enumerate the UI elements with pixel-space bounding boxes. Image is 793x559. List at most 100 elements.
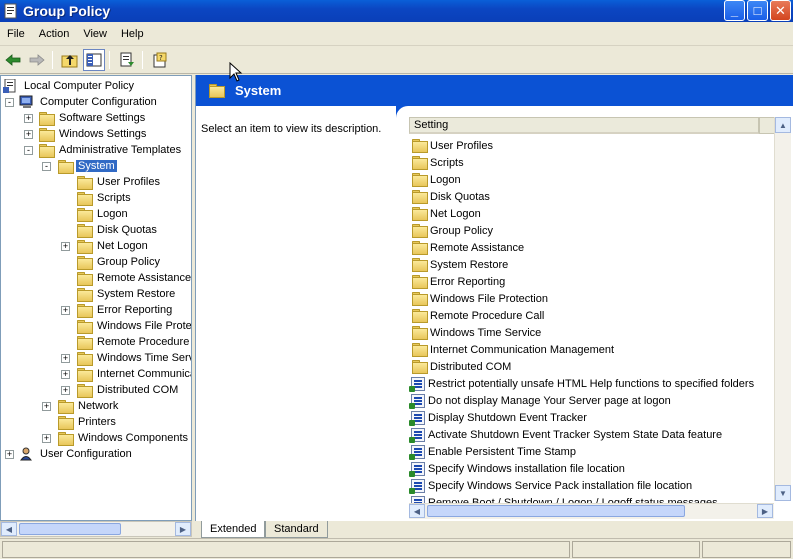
tree-item[interactable]: Distributed COM <box>76 382 180 398</box>
list-item-folder[interactable]: Internet Communication Management <box>411 341 614 358</box>
scroll-right-arrow-icon[interactable]: ▶ <box>175 522 191 536</box>
tree-item[interactable]: Logon <box>76 206 130 222</box>
column-header-setting[interactable]: Setting <box>409 117 759 134</box>
tree-item[interactable]: Group Policy <box>76 254 162 270</box>
list-item-setting[interactable]: Display Shutdown Event Tracker <box>409 409 587 426</box>
list-item-folder[interactable]: Net Logon <box>411 205 481 222</box>
tree-horizontal-scrollbar[interactable]: ◀ ▶ <box>0 521 192 537</box>
tree-item[interactable]: Computer Configuration <box>19 94 159 110</box>
up-one-level-button[interactable] <box>59 49 81 71</box>
scroll-left-arrow-icon[interactable]: ◀ <box>409 504 425 518</box>
minimize-button[interactable]: _ <box>724 0 745 21</box>
view-tabs: Extended Standard <box>195 521 793 538</box>
tree-item[interactable]: System Restore <box>76 286 177 302</box>
console-tree[interactable]: Local Computer Policy - Computer Configura… <box>0 75 192 521</box>
tree-item[interactable]: Network <box>57 398 120 414</box>
policy-setting-icon <box>409 393 425 409</box>
tree-item-label: Network <box>78 400 119 412</box>
close-button[interactable]: ✕ <box>770 0 791 21</box>
tree-item-label: Windows File Protec <box>97 320 192 332</box>
expand-icon[interactable]: + <box>61 354 70 363</box>
collapse-icon[interactable]: - <box>5 98 14 107</box>
menu-view[interactable]: View <box>76 28 114 40</box>
forward-button[interactable] <box>26 49 48 71</box>
list-item-setting[interactable]: Restrict potentially unsafe HTML Help fu… <box>409 375 754 392</box>
expand-icon[interactable]: + <box>42 402 51 411</box>
list-item-folder[interactable]: System Restore <box>411 256 508 273</box>
tree-item[interactable]: Administrative Templates <box>38 142 183 158</box>
tree-item-label: Windows Time Serv <box>97 352 192 364</box>
list-item-folder[interactable]: Distributed COM <box>411 358 511 375</box>
list-horizontal-scrollbar[interactable]: ◀ ▶ <box>409 503 774 519</box>
list-scroll-thumb[interactable] <box>427 505 685 517</box>
tree-item[interactable]: Remote Procedure C <box>76 334 191 350</box>
tree-item[interactable]: User Profiles <box>76 174 162 190</box>
title-bar[interactable]: Group Policy _ □ ✕ <box>0 0 793 22</box>
help-icon: ? <box>153 52 167 67</box>
list-vertical-scrollbar[interactable]: ▲ ▼ <box>774 117 791 501</box>
help-button[interactable]: ? <box>149 49 171 71</box>
tree-item[interactable]: Local Computer Policy <box>3 78 136 94</box>
list-item-setting[interactable]: Activate Shutdown Event Tracker System S… <box>409 426 722 443</box>
list-item-folder[interactable]: Windows Time Service <box>411 324 541 341</box>
list-item-folder[interactable]: Logon <box>411 171 461 188</box>
list-item-label: Remote Procedure Call <box>430 309 545 322</box>
menu-help[interactable]: Help <box>114 28 151 40</box>
menu-file[interactable]: File <box>0 28 32 40</box>
tree-item[interactable]: Windows Settings <box>38 126 148 142</box>
tree-item[interactable]: Internet Communica <box>76 366 191 382</box>
tree-item[interactable]: Disk Quotas <box>76 222 159 238</box>
tab-standard[interactable]: Standard <box>265 521 328 538</box>
collapse-icon[interactable]: - <box>24 146 33 155</box>
menu-action[interactable]: Action <box>32 28 77 40</box>
details-title: System <box>235 83 282 98</box>
tree-item[interactable]: Software Settings <box>38 110 147 126</box>
expand-icon[interactable]: + <box>24 114 33 123</box>
tree-item[interactable]: Printers <box>57 414 118 430</box>
expand-icon[interactable]: + <box>5 450 14 459</box>
folder-icon <box>76 287 93 302</box>
tree-item[interactable]: Windows Time Serv <box>76 350 192 366</box>
tree-item[interactable]: Scripts <box>76 190 133 206</box>
list-item-folder[interactable]: Scripts <box>411 154 464 171</box>
list-item-folder[interactable]: Disk Quotas <box>411 188 490 205</box>
tree-item[interactable]: Error Reporting <box>76 302 174 318</box>
collapse-icon[interactable]: - <box>42 162 51 171</box>
list-item-folder[interactable]: User Profiles <box>411 137 493 154</box>
policy-setting-icon <box>411 495 425 503</box>
tree-item[interactable]: System <box>57 158 117 174</box>
tree-item[interactable]: User Configuration <box>19 446 134 462</box>
settings-list[interactable]: Setting User Profiles Scripts Logon Disk Qu… <box>409 117 775 503</box>
tree-item[interactable]: Windows File Protec <box>76 318 192 334</box>
back-button[interactable] <box>2 49 24 71</box>
export-list-button[interactable] <box>116 49 138 71</box>
tree-item-label: Logon <box>97 208 128 220</box>
scroll-up-arrow-icon[interactable]: ▲ <box>775 117 791 133</box>
maximize-button[interactable]: □ <box>747 0 768 21</box>
list-item-folder[interactable]: Remote Assistance <box>411 239 524 256</box>
expand-icon[interactable]: + <box>61 386 70 395</box>
tree-scroll-thumb[interactable] <box>19 523 121 535</box>
scroll-left-arrow-icon[interactable]: ◀ <box>1 522 17 536</box>
scroll-right-arrow-icon[interactable]: ▶ <box>757 504 773 518</box>
list-item-folder[interactable]: Error Reporting <box>411 273 505 290</box>
list-item-setting[interactable]: Specify Windows Service Pack installatio… <box>409 477 692 494</box>
expand-icon[interactable]: + <box>24 130 33 139</box>
list-item-setting[interactable]: Specify Windows installation file locati… <box>409 460 625 477</box>
list-item-setting[interactable]: Remove Boot / Shutdown / Logon / Logoff … <box>411 494 718 503</box>
scroll-down-arrow-icon[interactable]: ▼ <box>775 485 791 501</box>
list-item-setting[interactable]: Do not display Manage Your Server page a… <box>409 392 671 409</box>
expand-icon[interactable]: + <box>61 242 70 251</box>
expand-icon[interactable]: + <box>42 434 51 443</box>
list-item-folder[interactable]: Group Policy <box>411 222 493 239</box>
expand-icon[interactable]: + <box>61 306 70 315</box>
list-item-setting[interactable]: Enable Persistent Time Stamp <box>409 443 576 460</box>
expand-icon[interactable]: + <box>61 370 70 379</box>
tree-item[interactable]: Windows Components <box>57 430 190 446</box>
tree-item[interactable]: Net Logon <box>76 238 150 254</box>
list-item-folder[interactable]: Remote Procedure Call <box>411 307 544 324</box>
tree-item[interactable]: Remote Assistance <box>76 270 191 286</box>
tab-extended[interactable]: Extended <box>201 521 266 538</box>
show-hide-tree-button[interactable] <box>83 48 105 71</box>
list-item-folder[interactable]: Windows File Protection <box>411 290 548 307</box>
